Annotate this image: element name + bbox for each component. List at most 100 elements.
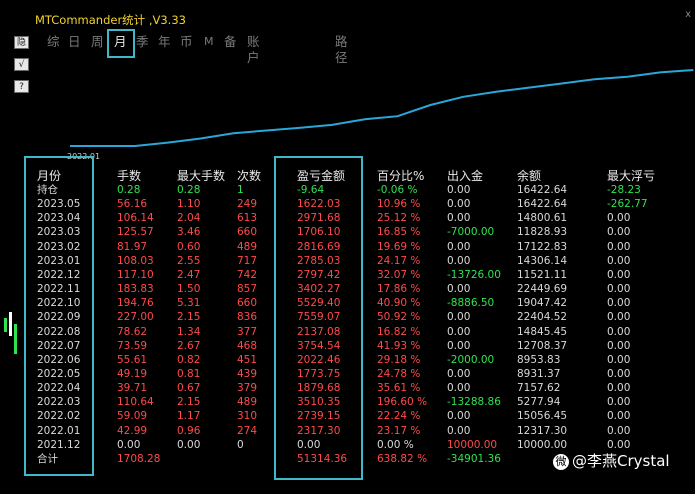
cell-max-drawdown: 0.00 (607, 254, 631, 267)
cell-max-drawdown: 0.00 (607, 311, 631, 324)
tab-summary[interactable]: 综 (47, 34, 60, 50)
candle-mark (4, 318, 7, 332)
cell-max-drawdown: 0.00 (607, 353, 631, 366)
tab-backup[interactable]: 备 (224, 34, 237, 50)
hide-button[interactable]: 隐 (14, 36, 29, 49)
cell-balance: 15056.45 (517, 410, 568, 423)
cell-percent: 29.18 % (377, 353, 421, 366)
balance-point (692, 69, 694, 71)
cell-max-lots: 1.50 (177, 283, 201, 296)
balance-point (561, 82, 563, 85)
balance-point (265, 129, 267, 132)
cell-percent: 40.90 % (377, 297, 421, 310)
balance-point (528, 87, 530, 89)
cell-count: 742 (237, 268, 258, 281)
cell-max-lots: 0.81 (177, 367, 201, 380)
cell-max-drawdown: 0.00 (607, 339, 631, 352)
cell-count: 274 (237, 424, 258, 437)
tab-week[interactable]: 周 (91, 34, 104, 50)
cell-count: 310 (237, 410, 258, 423)
cell-max-drawdown: 0.00 (607, 410, 631, 423)
cell-lots: 1708.28 (117, 452, 161, 465)
cell-deposit: 0.00 (447, 184, 471, 196)
tab-day[interactable]: 日 (68, 34, 81, 50)
cell-deposit: 0.00 (447, 311, 471, 324)
tab-quarter[interactable]: 季 (136, 34, 149, 50)
cell-lots: 49.19 (117, 367, 148, 380)
active-tab-highlight (107, 29, 135, 58)
cell-deposit: -34901.36 (447, 452, 501, 465)
cell-count: 379 (237, 382, 258, 395)
cell-lots: 78.62 (117, 325, 148, 338)
cell-lots: 194.76 (117, 297, 154, 310)
cell-max-lots: 0.96 (177, 424, 201, 437)
balance-point (167, 142, 169, 144)
cell-deposit: 10000.00 (447, 438, 498, 451)
cell-max-drawdown: 0.00 (607, 424, 631, 437)
tab-year[interactable]: 年 (158, 34, 171, 50)
cell-max-lots: 1.34 (177, 325, 201, 338)
cell-count: 836 (237, 311, 258, 324)
cell-balance: 14845.45 (517, 325, 568, 338)
cell-percent: 50.92 % (377, 311, 421, 324)
cell-count: 717 (237, 254, 258, 267)
cell-percent: 32.07 % (377, 268, 421, 281)
cell-lots: 0.28 (117, 184, 141, 196)
cell-lots: 73.59 (117, 339, 148, 352)
cell-max-drawdown: 0.00 (607, 212, 631, 225)
cell-deposit: 0.00 (447, 339, 471, 352)
cell-lots: 55.61 (117, 353, 148, 366)
tab-m[interactable]: M (204, 34, 214, 50)
cell-balance: 14800.61 (517, 212, 568, 225)
cell-max-drawdown: 0.00 (607, 367, 631, 380)
cell-balance: 14306.14 (517, 254, 568, 267)
cell-lots: 56.16 (117, 198, 148, 211)
close-icon[interactable]: x (685, 9, 691, 20)
balance-point (659, 71, 661, 73)
cell-balance: 8931.37 (517, 367, 561, 380)
cell-max-lots: 2.15 (177, 396, 201, 409)
balance-point (593, 78, 596, 80)
help-button[interactable]: ? (14, 80, 29, 93)
cell-deposit: -8886.50 (447, 297, 495, 310)
cell-deposit: 0.00 (447, 283, 471, 296)
candle-mark (14, 324, 17, 354)
balance-point (495, 91, 497, 93)
balance-point (200, 137, 202, 140)
cell-lots: 106.14 (117, 212, 154, 225)
cell-count: 451 (237, 353, 258, 366)
cell-deposit: -2000.00 (447, 353, 495, 366)
cell-max-lots: 0.28 (177, 184, 201, 196)
cell-percent: 196.60 % (377, 396, 428, 409)
header-balance: 余额 (517, 169, 542, 183)
header-lots: 手数 (117, 169, 142, 183)
balance-point (626, 76, 629, 78)
window-title: MTCommander统计 ,V3.33 (35, 13, 186, 27)
watermark-text: @李燕Crystal (572, 452, 670, 470)
cell-max-drawdown: 0.00 (607, 268, 631, 281)
cell-max-lots: 0.00 (177, 438, 201, 451)
header-count: 次数 (237, 169, 262, 183)
cell-max-lots: 5.31 (177, 297, 201, 310)
cell-percent: 24.17 % (377, 254, 421, 267)
cell-balance: 16422.64 (517, 198, 568, 211)
pnl-column-highlight (274, 156, 363, 480)
cell-balance: 5277.94 (517, 396, 561, 409)
cell-deposit: -7000.00 (447, 226, 495, 239)
cell-max-lots: 0.82 (177, 353, 201, 366)
cell-deposit: -13726.00 (447, 268, 501, 281)
tab-currency[interactable]: 币 (180, 34, 193, 50)
cell-count: 489 (237, 396, 258, 409)
cell-deposit: 0.00 (447, 240, 471, 253)
cell-percent: 35.61 % (377, 382, 421, 395)
cell-max-drawdown: -262.77 (607, 198, 648, 211)
cell-count: 439 (237, 367, 258, 380)
cell-count: 660 (237, 297, 258, 310)
cell-max-drawdown: 0.00 (607, 297, 631, 310)
cell-balance: 22404.52 (517, 311, 568, 324)
cell-max-drawdown: 0.00 (607, 382, 631, 395)
cell-percent: 41.93 % (377, 339, 421, 352)
check-button[interactable]: √ (14, 58, 29, 71)
cell-count: 613 (237, 212, 258, 225)
cell-deposit: 0.00 (447, 424, 471, 437)
